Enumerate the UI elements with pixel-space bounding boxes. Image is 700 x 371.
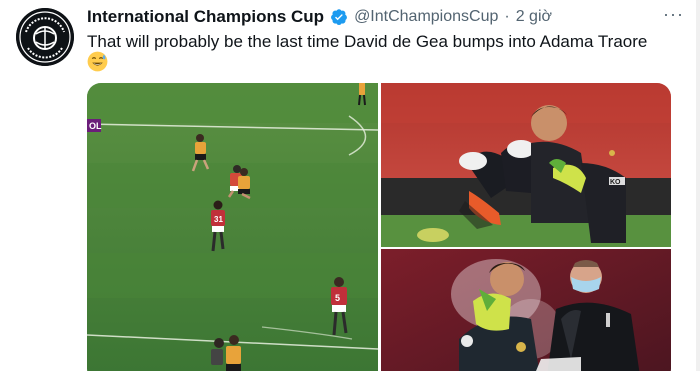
tweet-text: That will probably be the last time Davi…: [87, 32, 648, 51]
avatar[interactable]: [16, 8, 74, 66]
handle[interactable]: @IntChampionsCup: [354, 8, 498, 26]
score-tag: OL: [89, 121, 102, 131]
tweet-header: International Champions Cup @IntChampion…: [87, 7, 552, 27]
tweet[interactable]: International Champions Cup @IntChampion…: [0, 0, 700, 371]
sweat-smile-emoji-icon: [87, 51, 108, 72]
scrollbar[interactable]: [696, 0, 700, 371]
separator: ·: [504, 8, 510, 25]
media-grid: OL 31 5 KO: [87, 83, 671, 371]
display-name[interactable]: International Champions Cup: [87, 7, 324, 27]
icc-logo-icon: [16, 8, 74, 66]
photo-pitch[interactable]: OL 31 5: [87, 83, 378, 371]
verified-badge-icon: [331, 9, 348, 26]
shirt-number: 5: [335, 293, 340, 303]
timestamp[interactable]: 2 giờ: [516, 8, 552, 26]
goalkeeper-image: KO: [381, 83, 671, 247]
photo-physio[interactable]: [381, 249, 671, 371]
kit-badge: KO: [610, 179, 621, 186]
pitch-image: OL 31 5: [87, 83, 378, 371]
physio-image: [381, 249, 671, 371]
shirt-number: 31: [214, 215, 223, 224]
photo-goalkeeper-injury[interactable]: KO: [381, 83, 671, 247]
more-options-button[interactable]: ···: [663, 4, 684, 25]
player-far: [359, 83, 365, 95]
